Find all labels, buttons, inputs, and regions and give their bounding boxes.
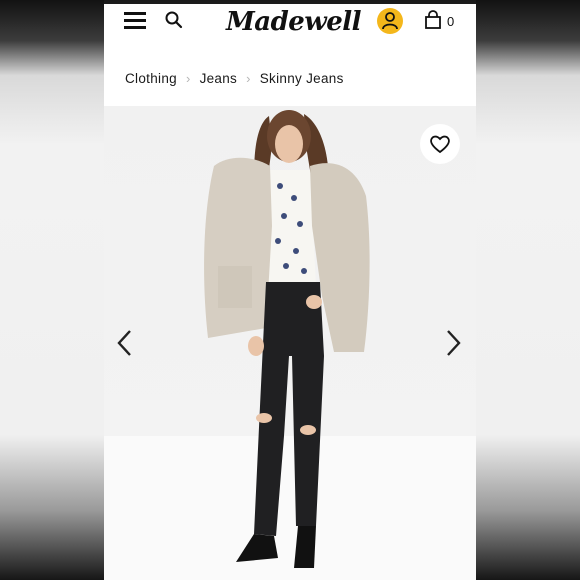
bag-icon[interactable]: [424, 10, 442, 30]
breadcrumb-jeans[interactable]: Jeans: [200, 71, 238, 86]
breadcrumb: Clothing › Jeans › Skinny Jeans: [104, 50, 476, 106]
heart-icon: [430, 135, 450, 154]
search-icon[interactable]: [164, 10, 184, 30]
mobile-page: Madewell 0 Clothing › Jeans › Skinny Jea…: [104, 4, 476, 580]
site-header: Madewell 0: [104, 4, 476, 50]
product-photo: [204, 110, 370, 568]
next-image-button[interactable]: [444, 328, 462, 358]
breadcrumb-separator: ›: [246, 70, 251, 86]
breadcrumb-skinny-jeans[interactable]: Skinny Jeans: [260, 71, 344, 86]
breadcrumb-separator: ›: [185, 70, 191, 86]
account-icon[interactable]: [377, 8, 403, 34]
product-image-carousel[interactable]: [104, 106, 476, 580]
background-left: [0, 0, 104, 580]
chevron-right-icon: [447, 330, 461, 356]
background-right: [476, 0, 580, 580]
menu-icon[interactable]: [124, 12, 146, 30]
breadcrumb-clothing[interactable]: Clothing: [125, 71, 177, 86]
favorite-button[interactable]: [420, 124, 460, 164]
madewell-logo[interactable]: Madewell: [226, 4, 362, 40]
bag-count: 0: [447, 14, 455, 29]
previous-image-button[interactable]: [116, 328, 134, 358]
chevron-left-icon: [117, 330, 131, 356]
